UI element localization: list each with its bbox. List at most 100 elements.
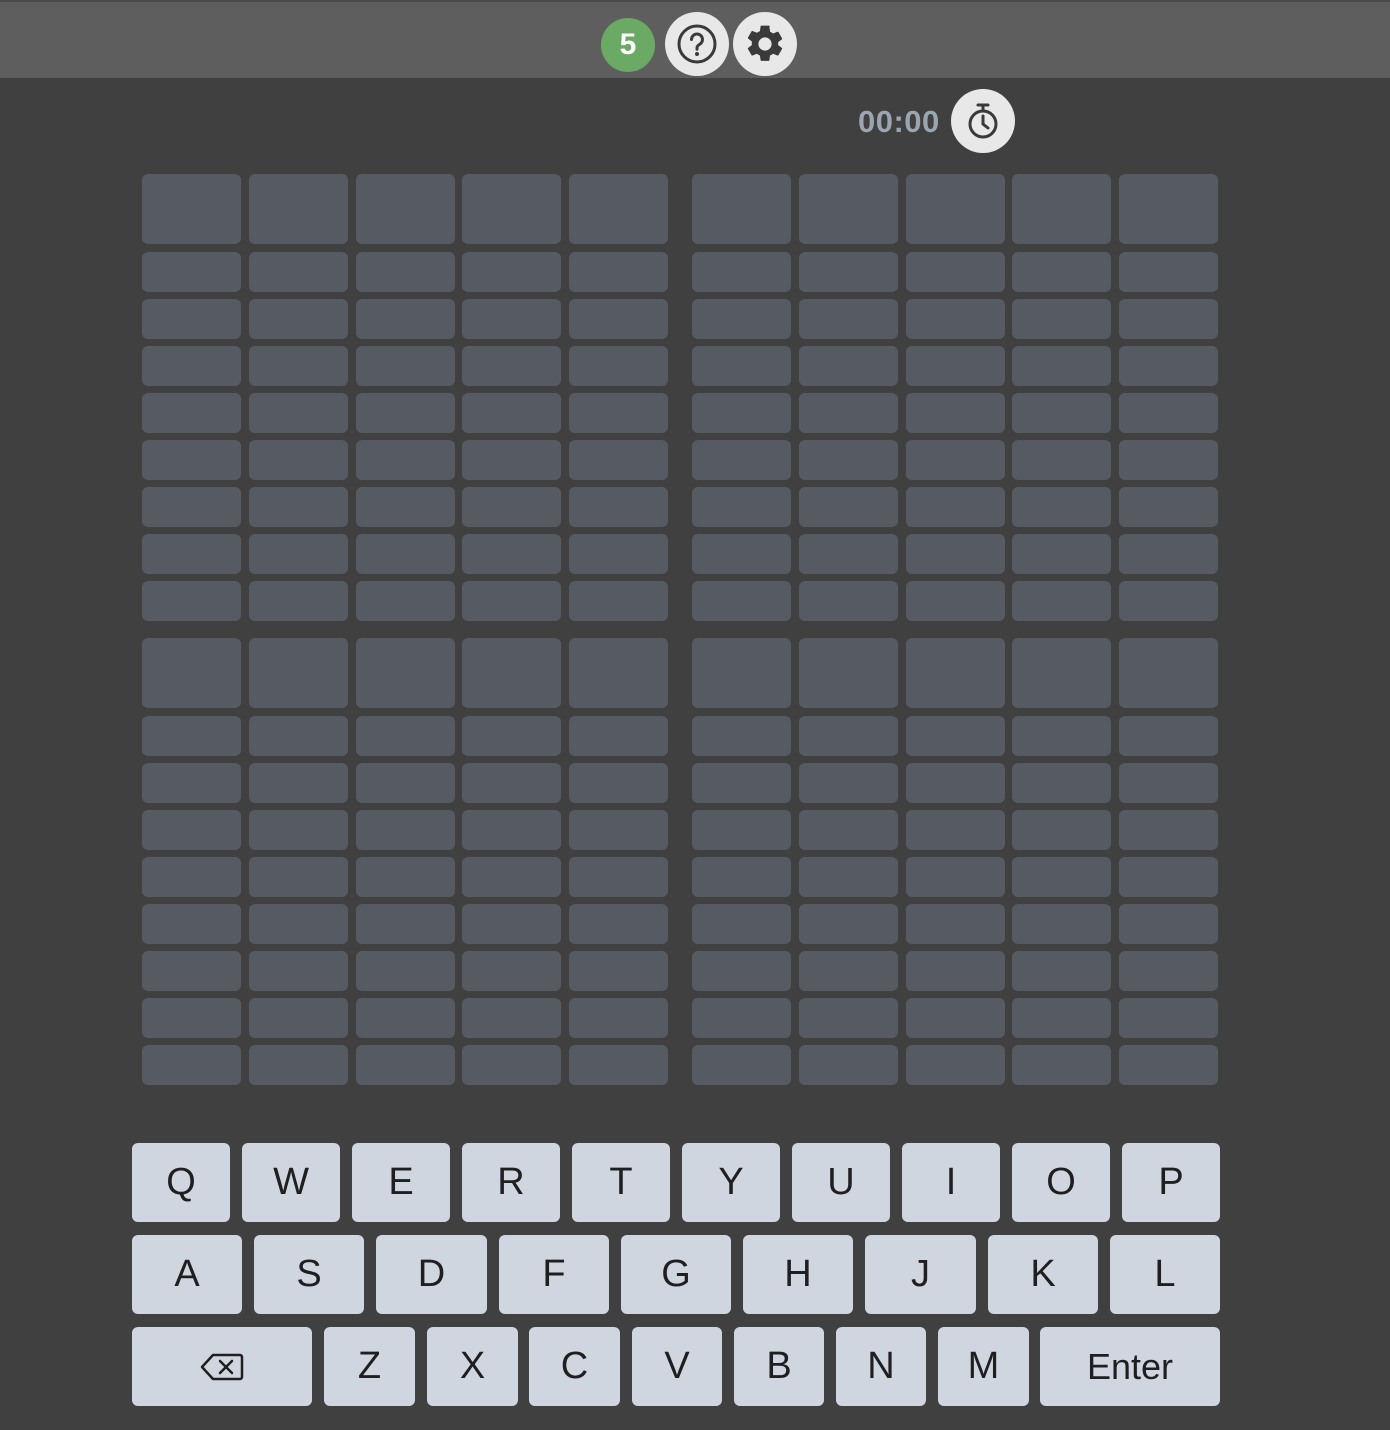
key-label: P <box>1158 1161 1184 1203</box>
key-backspace[interactable] <box>132 1327 312 1406</box>
board-3-tile-r5-c3 <box>356 857 455 897</box>
key-r[interactable]: R <box>462 1143 560 1222</box>
key-label: O <box>1046 1161 1076 1203</box>
board-1-tile-r6-c2 <box>249 440 348 480</box>
timer-button[interactable] <box>951 89 1015 153</box>
key-w[interactable]: W <box>242 1143 340 1222</box>
board-3-tile-r3-c1 <box>142 763 241 803</box>
key-m[interactable]: M <box>938 1327 1029 1406</box>
key-o[interactable]: O <box>1012 1143 1110 1222</box>
board-1-tile-r3-c5 <box>569 299 668 339</box>
board-2-tile-r8-c1 <box>692 534 791 574</box>
board-3-tile-r8-c4 <box>462 998 561 1038</box>
board-4-tile-r6-c1 <box>692 904 791 944</box>
key-j[interactable]: J <box>865 1235 976 1314</box>
board-1-tile-r2-c4 <box>462 252 561 292</box>
board-1-tile-r9-c4 <box>462 581 561 621</box>
board-4-tile-r4-c5 <box>1119 810 1218 850</box>
board-3-tile-r4-c5 <box>569 810 668 850</box>
key-v[interactable]: V <box>632 1327 722 1406</box>
board-4-tile-r6-c2 <box>799 904 898 944</box>
key-a[interactable]: A <box>132 1235 242 1314</box>
key-label: N <box>867 1345 895 1387</box>
key-label: K <box>1030 1253 1056 1295</box>
board-2-tile-r9-c2 <box>799 581 898 621</box>
board-1-tile-r1-c4 <box>462 174 561 244</box>
board-2-tile-r5-c2 <box>799 393 898 433</box>
board-3-tile-r3-c5 <box>569 763 668 803</box>
board-2-tile-r7-c4 <box>1012 487 1111 527</box>
board-2-tile-r8-c4 <box>1012 534 1111 574</box>
key-u[interactable]: U <box>792 1143 890 1222</box>
board-3-tile-r6-c2 <box>249 904 348 944</box>
board-1-tile-r3-c3 <box>356 299 455 339</box>
board-1-tile-r1-c1 <box>142 174 241 244</box>
board-1-tile-r4-c5 <box>569 346 668 386</box>
board-4-tile-r9-c1 <box>692 1045 791 1085</box>
board-2-tile-r7-c3 <box>906 487 1005 527</box>
key-z[interactable]: Z <box>324 1327 415 1406</box>
board-1-tile-r7-c3 <box>356 487 455 527</box>
board-4-tile-r6-c4 <box>1012 904 1111 944</box>
key-label: U <box>827 1161 855 1203</box>
board-1-tile-r1-c5 <box>569 174 668 244</box>
board-4-tile-r3-c3 <box>906 763 1005 803</box>
key-c[interactable]: C <box>529 1327 620 1406</box>
board-4-tile-r5-c5 <box>1119 857 1218 897</box>
board-4-tile-r2-c4 <box>1012 716 1111 756</box>
board-1-tile-r7-c5 <box>569 487 668 527</box>
board-2-tile-r2-c1 <box>692 252 791 292</box>
key-l[interactable]: L <box>1110 1235 1220 1314</box>
board-1-tile-r9-c1 <box>142 581 241 621</box>
board-3-tile-r7-c1 <box>142 951 241 991</box>
board-3-tile-r2-c5 <box>569 716 668 756</box>
board-1-tile-r6-c1 <box>142 440 241 480</box>
key-n[interactable]: N <box>836 1327 926 1406</box>
key-y[interactable]: Y <box>682 1143 780 1222</box>
board-3-tile-r9-c4 <box>462 1045 561 1085</box>
key-b[interactable]: B <box>734 1327 824 1406</box>
board-4-tile-r5-c3 <box>906 857 1005 897</box>
board-1-tile-r1-c2 <box>249 174 348 244</box>
board-2-tile-r1-c1 <box>692 174 791 244</box>
board-2-tile-r5-c3 <box>906 393 1005 433</box>
key-s[interactable]: S <box>254 1235 364 1314</box>
key-h[interactable]: H <box>743 1235 853 1314</box>
board-3-tile-r4-c2 <box>249 810 348 850</box>
key-p[interactable]: P <box>1122 1143 1220 1222</box>
settings-button[interactable] <box>733 12 797 76</box>
board-2-tile-r8-c3 <box>906 534 1005 574</box>
key-t[interactable]: T <box>572 1143 670 1222</box>
key-k[interactable]: K <box>988 1235 1098 1314</box>
board-1-tile-r4-c3 <box>356 346 455 386</box>
key-f[interactable]: F <box>499 1235 609 1314</box>
board-4-tile-r5-c1 <box>692 857 791 897</box>
key-d[interactable]: D <box>376 1235 487 1314</box>
board-1-tile-r7-c4 <box>462 487 561 527</box>
board-4-tile-r8-c2 <box>799 998 898 1038</box>
key-label: S <box>296 1253 322 1295</box>
board-3-tile-r4-c3 <box>356 810 455 850</box>
board-1-tile-r2-c1 <box>142 252 241 292</box>
board-1-tile-r5-c4 <box>462 393 561 433</box>
board-4-tile-r5-c4 <box>1012 857 1111 897</box>
help-button[interactable] <box>665 12 729 76</box>
key-x[interactable]: X <box>427 1327 518 1406</box>
stopwatch-icon <box>968 103 998 139</box>
key-label: L <box>1154 1253 1176 1295</box>
key-q[interactable]: Q <box>132 1143 230 1222</box>
key-g[interactable]: G <box>621 1235 731 1314</box>
key-e[interactable]: E <box>352 1143 450 1222</box>
board-2-tile-r7-c5 <box>1119 487 1218 527</box>
board-4-tile-r4-c3 <box>906 810 1005 850</box>
key-enter[interactable]: Enter <box>1040 1327 1220 1406</box>
board-1-tile-r8-c3 <box>356 534 455 574</box>
board-3-tile-r1-c1 <box>142 638 241 708</box>
board-1-tile-r4-c1 <box>142 346 241 386</box>
board-2-tile-r7-c1 <box>692 487 791 527</box>
board-2-tile-r9-c5 <box>1119 581 1218 621</box>
board-4-tile-r7-c2 <box>799 951 898 991</box>
key-i[interactable]: I <box>902 1143 1000 1222</box>
board-1-tile-r3-c4 <box>462 299 561 339</box>
key-label: R <box>497 1161 525 1203</box>
